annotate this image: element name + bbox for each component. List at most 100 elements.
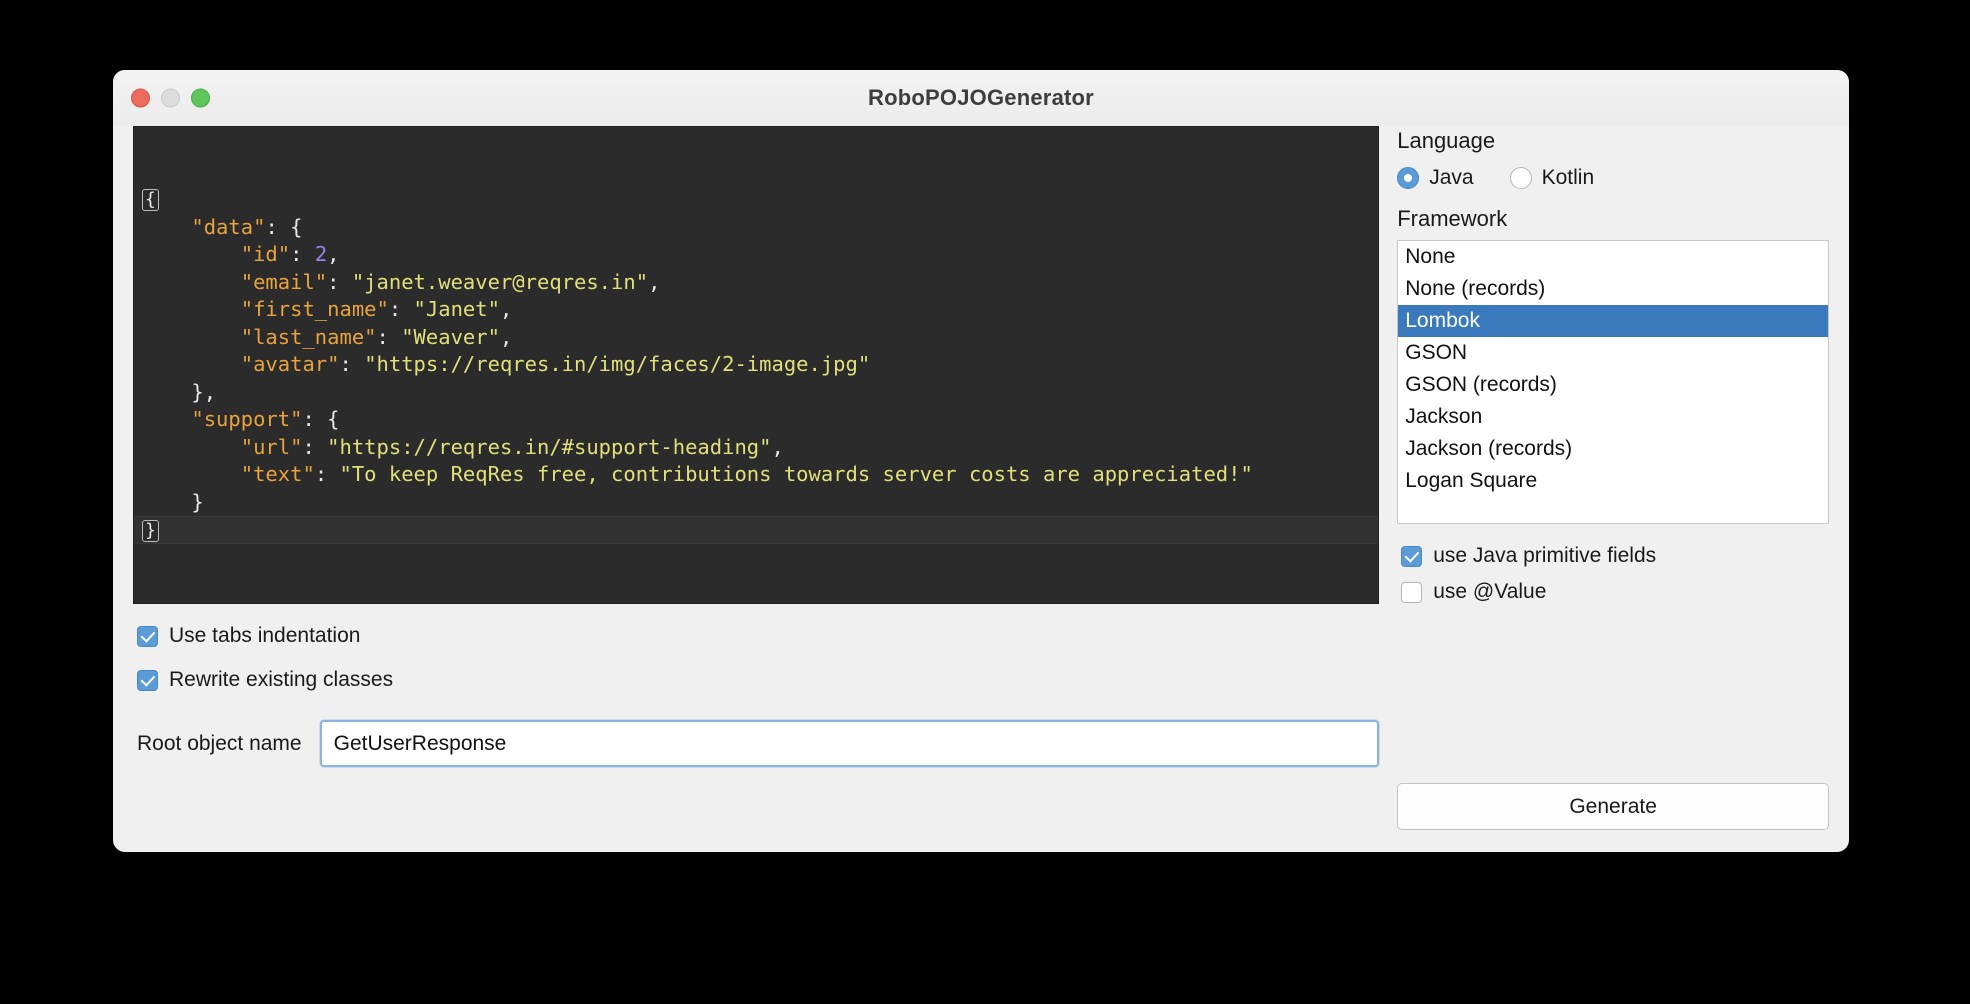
json-key: "id" — [240, 242, 291, 266]
use-java-primitive-fields-label: use Java primitive fields — [1433, 544, 1657, 567]
language-radio-group: Java Kotlin — [1397, 166, 1829, 190]
json-comma: , — [499, 324, 513, 349]
json-separator: : — [314, 462, 340, 486]
framework-item[interactable]: Jackson (records) — [1398, 433, 1828, 465]
json-comma: , — [327, 242, 340, 266]
code-line: } — [134, 489, 1378, 517]
window-controls — [131, 88, 210, 108]
use-value-checkbox[interactable] — [1401, 581, 1423, 603]
window-title: RoboPOJOGenerator — [868, 85, 1094, 110]
json-input-editor[interactable]: { "data": { "id": 2, "email": "janet.wea… — [133, 126, 1380, 604]
rewrite-existing-classes-row[interactable]: Rewrite existing classes — [133, 668, 1379, 692]
json-key: "email" — [240, 269, 328, 294]
code-line-current: } — [134, 516, 1379, 544]
use-tabs-indentation-row[interactable]: Use tabs indentation — [133, 624, 1379, 648]
json-separator: : — [376, 324, 402, 349]
framework-item[interactable]: None (records) — [1398, 273, 1828, 305]
use-java-primitive-fields-checkbox[interactable] — [1401, 545, 1423, 567]
json-value: } — [191, 489, 204, 514]
json-value: "To keep ReqRes free, contributions towa… — [339, 462, 1253, 486]
json-key: "avatar" — [240, 352, 340, 376]
rewrite-existing-classes-checkbox[interactable] — [137, 669, 158, 691]
title-bar: RoboPOJOGenerator — [113, 70, 1849, 126]
use-tabs-indentation-checkbox[interactable] — [137, 625, 158, 647]
use-tabs-indentation-label: Use tabs indentation — [169, 624, 361, 647]
json-value: "https://reqres.in/#support-heading" — [327, 434, 772, 459]
framework-section-title: Framework — [1397, 206, 1508, 231]
json-key: "url" — [240, 434, 303, 459]
framework-item[interactable]: GSON — [1398, 337, 1828, 369]
json-value: { — [290, 214, 303, 239]
json-comma: , — [648, 269, 661, 294]
minimize-button[interactable] — [161, 88, 180, 108]
root-object-name-input[interactable]: GetUserResponse — [319, 720, 1380, 767]
json-separator: : — [388, 297, 414, 321]
json-key: "data" — [191, 214, 266, 239]
code-line: "text": "To keep ReqRes free, contributi… — [134, 461, 1378, 489]
generate-button[interactable]: Generate — [1397, 783, 1829, 830]
code-line: "avatar": "https://reqres.in/img/faces/2… — [134, 351, 1378, 379]
json-key: "text" — [240, 462, 315, 486]
code-line: { — [134, 186, 1378, 214]
json-value: "janet.weaver@reqres.in" — [351, 269, 649, 294]
code-line: }, — [134, 379, 1378, 407]
json-comma: , — [771, 434, 784, 459]
use-java-primitive-fields-row[interactable]: use Java primitive fields — [1397, 544, 1829, 568]
code-line: "url": "https://reqres.in/#support-headi… — [134, 434, 1378, 462]
json-key: "first_name" — [240, 297, 389, 321]
framework-item[interactable]: None — [1398, 241, 1828, 273]
code-line: "first_name": "Janet", — [134, 296, 1378, 324]
root-object-name-value: GetUserResponse — [333, 731, 507, 755]
framework-item[interactable]: Logan Square — [1398, 465, 1828, 497]
fold-open-icon[interactable]: { — [142, 189, 159, 211]
window-body: { "data": { "id": 2, "email": "janet.wea… — [113, 126, 1849, 852]
json-value: } — [191, 379, 204, 404]
code-line: "id": 2, — [134, 241, 1378, 269]
java-radio[interactable] — [1397, 167, 1420, 189]
code-line: "data": { — [134, 214, 1378, 242]
maximize-button[interactable] — [191, 88, 210, 108]
root-object-name-row: Root object name GetUserResponse — [133, 720, 1380, 767]
json-key: "support" — [191, 407, 303, 431]
code-line: "last_name": "Weaver", — [134, 324, 1378, 352]
framework-item-selected[interactable]: Lombok — [1398, 305, 1828, 337]
close-button[interactable] — [131, 88, 150, 108]
json-value: "Janet" — [413, 297, 500, 321]
fold-close-icon[interactable]: } — [142, 520, 159, 542]
framework-item[interactable]: Jackson — [1398, 401, 1828, 433]
json-value: { — [327, 407, 340, 431]
java-radio-label: Java — [1429, 166, 1474, 189]
framework-item[interactable]: GSON (records) — [1398, 369, 1828, 401]
kotlin-radio-label: Kotlin — [1541, 166, 1595, 189]
language-option-java[interactable]: Java — [1397, 166, 1474, 190]
code-line: "email": "janet.weaver@reqres.in", — [134, 269, 1378, 297]
use-value-label: use @Value — [1433, 580, 1547, 603]
generate-button-wrap: Generate — [1397, 769, 1829, 830]
kotlin-radio[interactable] — [1509, 167, 1532, 189]
json-value: "Weaver" — [401, 324, 500, 349]
language-option-kotlin[interactable]: Kotlin — [1509, 166, 1595, 190]
left-column: { "data": { "id": 2, "email": "janet.wea… — [133, 126, 1380, 830]
root-object-name-label: Root object name — [137, 731, 302, 755]
json-value: 2 — [314, 242, 328, 266]
json-value: "https://reqres.in/img/faces/2-image.jpg… — [364, 352, 871, 376]
json-code-area[interactable]: { "data": { "id": 2, "email": "janet.wea… — [134, 182, 1379, 544]
use-value-row[interactable]: use @Value — [1397, 580, 1829, 604]
json-separator: : — [265, 214, 291, 239]
json-separator: : — [302, 407, 328, 431]
json-comma: , — [203, 379, 217, 404]
json-separator: : — [339, 352, 365, 376]
json-separator: : — [327, 269, 352, 294]
right-column: Language Java Kotlin Framework None None … — [1397, 126, 1829, 830]
framework-list[interactable]: None None (records) Lombok GSON GSON (record… — [1397, 240, 1829, 524]
